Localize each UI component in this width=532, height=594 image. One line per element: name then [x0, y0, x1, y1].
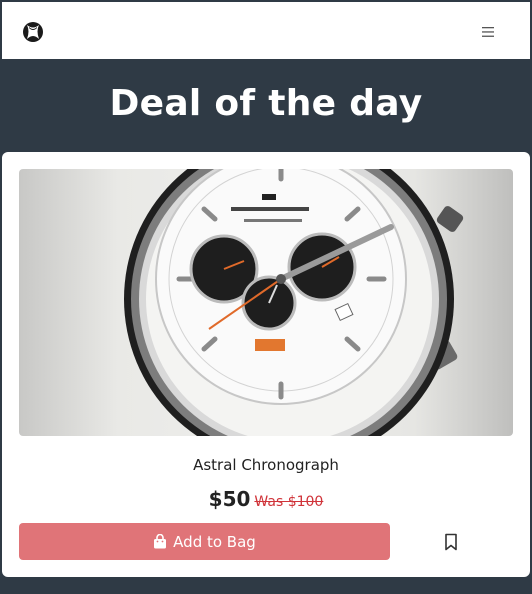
bookmark-icon[interactable]: [444, 533, 458, 551]
page-title: Deal of the day: [109, 83, 423, 124]
xbox-logo-icon[interactable]: [22, 21, 44, 43]
add-to-bag-button[interactable]: Add to Bag: [19, 523, 390, 560]
was-price: Was $100: [254, 494, 324, 510]
product-card: Astral Chronograph $50 Was $100 Add to Ba…: [2, 152, 530, 577]
product-name: Astral Chronograph: [193, 456, 339, 474]
shopping-bag-icon: [154, 534, 167, 549]
navbar: [2, 2, 530, 59]
add-to-bag-label: Add to Bag: [173, 532, 256, 551]
hero-banner: Deal of the day: [0, 59, 532, 152]
price-row: $50 Was $100: [2, 487, 530, 511]
hamburger-menu-icon[interactable]: [480, 24, 496, 40]
product-image: [19, 169, 513, 436]
current-price: $50: [208, 487, 251, 511]
